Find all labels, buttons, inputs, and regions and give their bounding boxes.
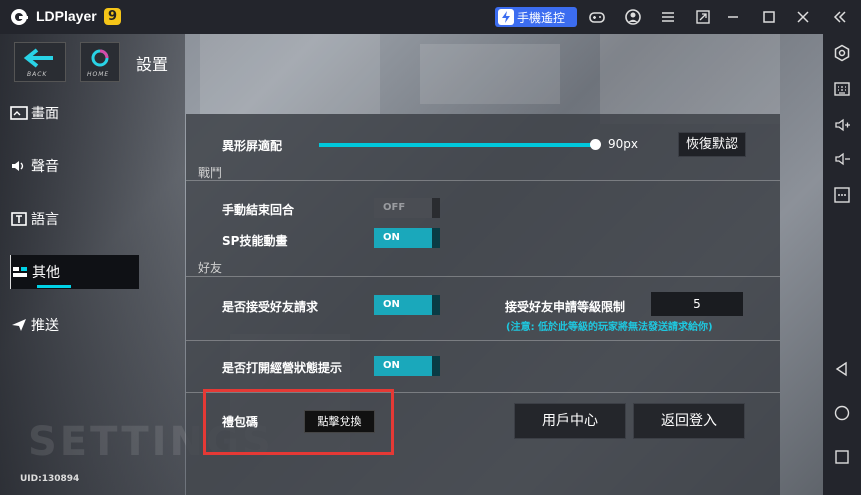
home-button[interactable]: HOME xyxy=(80,42,120,82)
sidebar-item-sound[interactable]: 聲音 xyxy=(10,149,138,183)
right-toolbar xyxy=(823,34,861,495)
user-center-button[interactable]: 用戶中心 xyxy=(514,403,626,439)
notch-value: 90px xyxy=(608,137,638,151)
sidebar-item-language[interactable]: 語言 xyxy=(10,202,138,236)
business-tip-label: 是否打開經營狀態提示 xyxy=(222,361,343,375)
gamepad-icon[interactable] xyxy=(588,8,606,26)
friends-section-title: 好友 xyxy=(198,261,223,275)
speaker-icon xyxy=(12,161,24,171)
close-icon[interactable] xyxy=(794,8,812,26)
manual-end-turn-toggle[interactable]: OFF xyxy=(374,198,440,218)
settings-hex-icon[interactable] xyxy=(833,44,851,62)
bolt-icon xyxy=(498,9,514,25)
push-icon xyxy=(12,319,26,331)
sp-skill-anim-toggle[interactable]: ON xyxy=(374,228,440,248)
sidebar-item-label: 推送 xyxy=(31,318,59,334)
app-name: LDPlayer xyxy=(36,8,97,24)
red-highlight-box xyxy=(203,389,394,455)
window-titlebar: LDPlayer 9 手機遙控 xyxy=(0,0,861,34)
notch-slider-track[interactable] xyxy=(319,143,595,147)
friends-divider xyxy=(186,276,780,277)
android-recents-icon[interactable] xyxy=(833,448,851,466)
battle-divider xyxy=(186,180,780,181)
volume-down-icon[interactable] xyxy=(833,150,851,168)
toggle-state: OFF xyxy=(374,198,432,218)
accept-friend-toggle[interactable]: ON xyxy=(374,295,440,315)
remote-control-label: 手機遙控 xyxy=(517,10,566,25)
reset-default-button[interactable]: 恢復默認 xyxy=(678,132,746,157)
manual-end-turn-label: 手動結束回合 xyxy=(222,203,295,217)
minimize-icon[interactable] xyxy=(724,8,742,26)
more-icon[interactable] xyxy=(833,186,851,204)
display-icon xyxy=(10,106,28,120)
volume-up-icon[interactable] xyxy=(833,116,851,134)
sidebar-item-label: 畫面 xyxy=(31,106,59,122)
sp-skill-anim-label: SP技能動畫 xyxy=(222,234,288,248)
level-limit-note: (注意: 低於此等級的玩家將無法發送請求給你) xyxy=(506,322,713,333)
accept-friend-label: 是否接受好友請求 xyxy=(222,300,319,314)
collapse-sidebar-icon[interactable] xyxy=(831,8,849,26)
account-icon[interactable] xyxy=(624,8,642,26)
back-arrow-icon xyxy=(23,48,53,68)
friends-divider-2 xyxy=(186,340,780,341)
user-id: UID:130894 xyxy=(20,474,80,484)
sidebar-item-label: 其他 xyxy=(32,265,60,281)
notch-adapt-label: 異形屏適配 xyxy=(222,139,283,153)
app-version-badge: 9 xyxy=(104,8,121,25)
back-button[interactable]: BACK xyxy=(14,42,66,82)
toggle-state: ON xyxy=(374,228,432,248)
menu-icon[interactable] xyxy=(659,8,677,26)
toggle-state: ON xyxy=(374,356,432,376)
restore-window-icon[interactable] xyxy=(694,8,712,26)
level-limit-label: 接受好友申請等級限制 xyxy=(505,300,626,314)
home-ring-icon xyxy=(91,49,109,67)
toggle-state: ON xyxy=(374,295,432,315)
sidebar-item-label: 語言 xyxy=(31,212,59,228)
language-icon xyxy=(11,212,27,226)
sidebar-item-push[interactable]: 推送 xyxy=(10,308,138,342)
android-home-icon[interactable] xyxy=(833,404,851,422)
maximize-icon[interactable] xyxy=(760,8,778,26)
ldplayer-logo-icon xyxy=(11,9,28,25)
sidebar-item-display[interactable]: 畫面 xyxy=(10,96,138,130)
home-label: HOME xyxy=(87,71,110,78)
sidebar-item-other[interactable]: 其他 xyxy=(10,255,139,289)
back-to-login-button[interactable]: 返回登入 xyxy=(633,403,745,439)
sidebar-item-label: 聲音 xyxy=(31,159,59,175)
remote-control-button[interactable]: 手機遙控 xyxy=(495,7,577,27)
back-label: BACK xyxy=(27,71,48,78)
level-limit-input[interactable]: 5 xyxy=(651,292,743,316)
notch-slider-knob[interactable] xyxy=(590,139,601,150)
battle-section-title: 戰鬥 xyxy=(198,166,223,180)
other-icon xyxy=(13,267,27,277)
business-tip-toggle[interactable]: ON xyxy=(374,356,440,376)
active-indicator xyxy=(37,285,71,288)
page-title: 設置 xyxy=(136,55,169,74)
android-back-icon[interactable] xyxy=(833,360,851,378)
keyboard-icon[interactable] xyxy=(833,80,851,98)
